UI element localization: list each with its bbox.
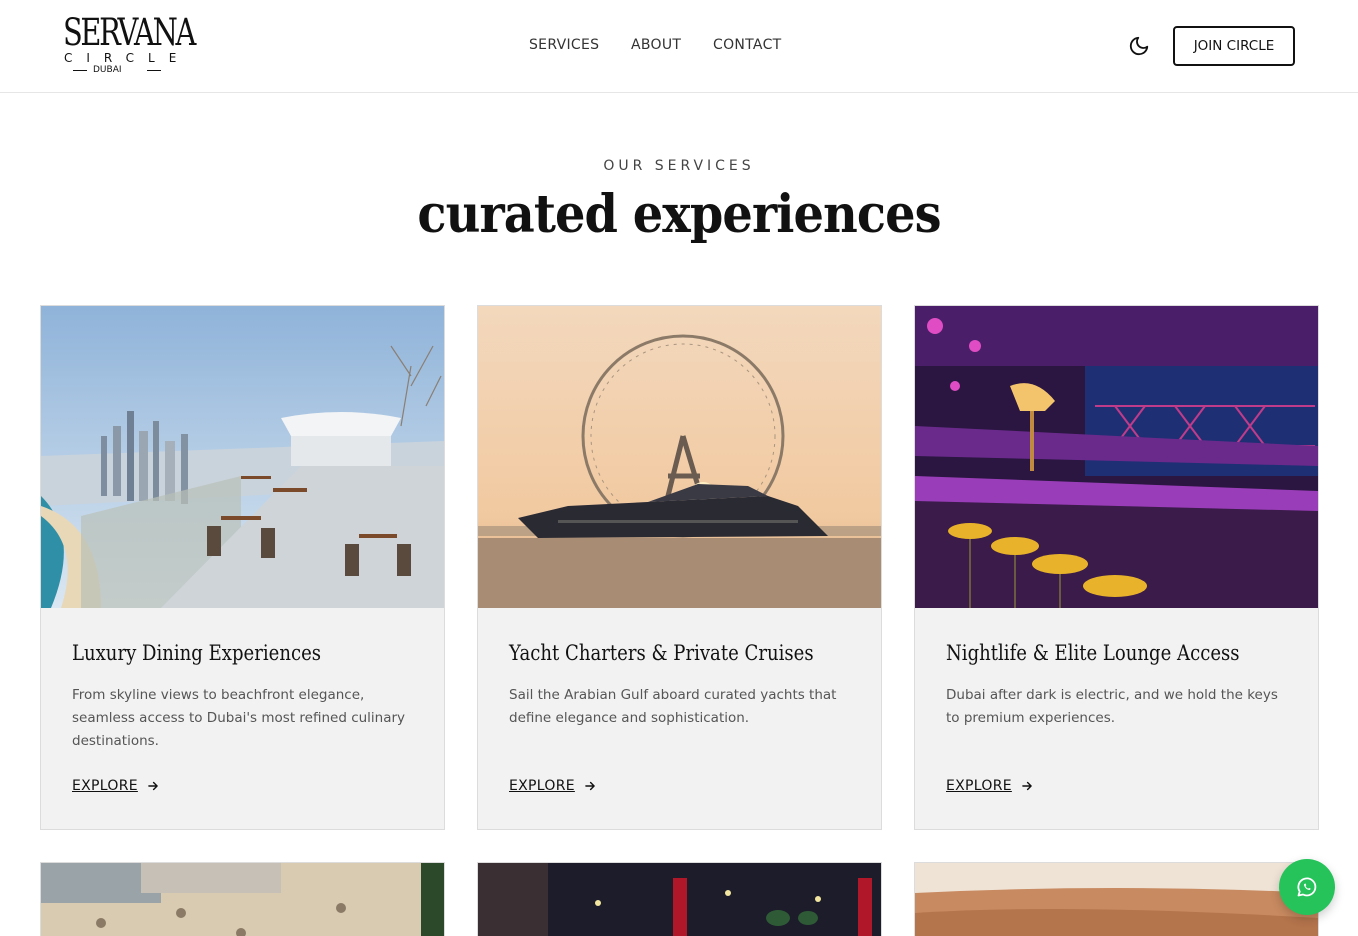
nav-about[interactable]: ABOUT: [631, 37, 681, 53]
card-title: Yacht Charters & Private Cruises: [509, 641, 814, 665]
brand-name: SERVANA: [63, 11, 196, 54]
explore-label: EXPLORE: [509, 778, 575, 794]
card-description: Dubai after dark is electric, and we hol…: [946, 687, 1278, 726]
explore-label: EXPLORE: [946, 778, 1012, 794]
explore-link-dining[interactable]: EXPLORE: [72, 778, 160, 794]
card-description: Sail the Arabian Gulf aboard curated yac…: [509, 687, 837, 726]
card-title: Nightlife & Elite Lounge Access: [946, 641, 1240, 665]
beach-image: [41, 863, 444, 936]
service-card-desert[interactable]: [914, 862, 1319, 936]
join-circle-button[interactable]: JOIN CIRCLE: [1173, 26, 1295, 66]
logo-dash-right: [147, 70, 161, 71]
card-description: From skyline views to beachfront eleganc…: [72, 687, 406, 749]
dining-image: [41, 306, 444, 608]
explore-label: EXPLORE: [72, 778, 138, 794]
nightlife-image: [915, 306, 1318, 608]
service-card-nightlife[interactable]: Nightlife & Elite Lounge Access Dubai af…: [914, 305, 1319, 830]
whatsapp-button[interactable]: [1279, 859, 1335, 915]
section-title: curated experiences: [417, 184, 941, 245]
nav-services[interactable]: SERVICES: [529, 37, 599, 53]
site-header: SERVANA CIRCLE DUBAI SERVICES ABOUT CONT…: [0, 0, 1358, 93]
explore-link-nightlife[interactable]: EXPLORE: [946, 778, 1034, 794]
nav-contact[interactable]: CONTACT: [713, 37, 782, 53]
arrow-right-icon: [585, 781, 595, 791]
brand-city: DUBAI: [93, 65, 122, 75]
brand-logo[interactable]: SERVANA CIRCLE DUBAI: [63, 11, 196, 78]
desert-image: [915, 863, 1318, 936]
brand-subname: CIRCLE: [64, 51, 191, 65]
service-card-city[interactable]: [477, 862, 882, 936]
logo-dash-left: [73, 70, 87, 71]
section-eyebrow: OUR SERVICES: [603, 158, 755, 174]
card-title: Luxury Dining Experiences: [72, 641, 322, 665]
service-card-yacht[interactable]: Yacht Charters & Private Cruises Sail th…: [477, 305, 882, 830]
city-image: [478, 863, 881, 936]
arrow-right-icon: [1022, 781, 1032, 791]
explore-link-yacht[interactable]: EXPLORE: [509, 778, 597, 794]
service-card-beach[interactable]: [40, 862, 445, 936]
whatsapp-icon: [1297, 877, 1317, 897]
service-card-dining[interactable]: Luxury Dining Experiences From skyline v…: [40, 305, 445, 830]
moon-icon[interactable]: [1128, 35, 1150, 57]
yacht-image: [478, 306, 881, 608]
arrow-right-icon: [148, 781, 158, 791]
